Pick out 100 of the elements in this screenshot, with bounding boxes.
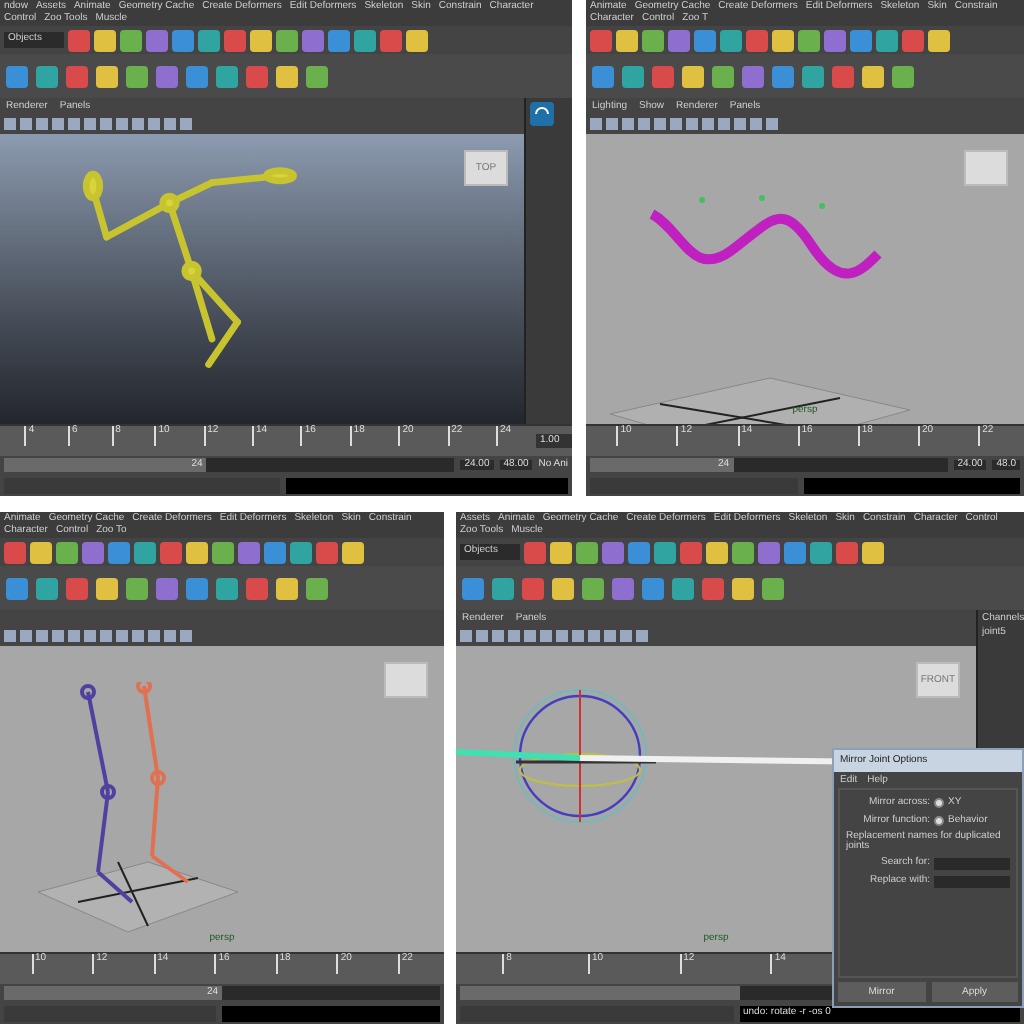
shelf-tool-icon[interactable]	[264, 541, 286, 563]
shelf-tool-icon[interactable]	[186, 65, 208, 87]
shelf-tool-icon[interactable]	[746, 29, 768, 51]
shelf-tool-icon[interactable]	[612, 577, 634, 599]
shelf-tool-icon[interactable]	[406, 29, 428, 51]
shelf-tool-icon[interactable]	[642, 577, 664, 599]
shelf-tool-icon[interactable]	[276, 29, 298, 51]
shelf-tool-icon[interactable]	[798, 29, 820, 51]
shelf-tool-icon[interactable]	[6, 577, 28, 599]
shelf-tool-icon[interactable]	[156, 577, 178, 599]
shelf-tool-icon[interactable]	[784, 541, 806, 563]
shelf-tool-icon[interactable]	[342, 541, 364, 563]
input-field[interactable]	[934, 857, 1010, 869]
shelf-tool-icon[interactable]	[582, 577, 604, 599]
shelf-tool-icon[interactable]	[172, 29, 194, 51]
shelf-tool-icon[interactable]	[772, 29, 794, 51]
radio-button[interactable]	[934, 816, 944, 826]
shelf-tool-icon[interactable]	[892, 65, 914, 87]
shelf-tool-icon[interactable]	[642, 29, 664, 51]
shelf-tool-icon[interactable]	[276, 577, 298, 599]
shelf-tool-icon[interactable]	[622, 65, 644, 87]
shelf-tool-icon[interactable]	[576, 541, 598, 563]
shelf-tool-icon[interactable]	[306, 65, 328, 87]
shelf-tool-icon[interactable]	[316, 541, 338, 563]
shelf-tool-icon[interactable]	[156, 65, 178, 87]
shelf-tool-icon[interactable]	[492, 577, 514, 599]
shelf-tool-icon[interactable]	[186, 577, 208, 599]
shelf-tool-icon[interactable]	[762, 577, 784, 599]
shelf-tool-icon[interactable]	[706, 541, 728, 563]
shelf-tool-icon[interactable]	[802, 65, 824, 87]
shelf-tool-icon[interactable]	[616, 29, 638, 51]
shelf-tool-icon[interactable]	[862, 65, 884, 87]
shelf-tool-icon[interactable]	[810, 541, 832, 563]
shelf-tool-icon[interactable]	[876, 29, 898, 51]
shelf-tool-icon[interactable]	[250, 29, 272, 51]
shelf-tool-icon[interactable]	[216, 65, 238, 87]
shelf-tool-icon[interactable]	[668, 29, 690, 51]
shelf-tool-icon[interactable]	[712, 65, 734, 87]
shelf-tool-icon[interactable]	[772, 65, 794, 87]
shelf-tool-icon[interactable]	[96, 577, 118, 599]
shelf-tool-icon[interactable]	[276, 65, 298, 87]
shelf-tool-icon[interactable]	[824, 29, 846, 51]
shelf-tool-icon[interactable]	[134, 541, 156, 563]
shelf-tool-icon[interactable]	[328, 29, 350, 51]
shelf-tool-icon[interactable]	[628, 541, 650, 563]
shelf-tool-icon[interactable]	[6, 65, 28, 87]
shelf-tool-icon[interactable]	[198, 29, 220, 51]
shelf-tool-icon[interactable]	[224, 29, 246, 51]
shelf-tool-icon[interactable]	[216, 577, 238, 599]
shelf-tool-icon[interactable]	[602, 541, 624, 563]
shelf-tool-icon[interactable]	[4, 541, 26, 563]
shelf-tool-icon[interactable]	[758, 541, 780, 563]
shelf-tool-icon[interactable]	[302, 29, 324, 51]
shelf-tool-icon[interactable]	[94, 29, 116, 51]
shelf-tool-icon[interactable]	[108, 541, 130, 563]
command-line-field[interactable]	[590, 477, 798, 493]
view-cube[interactable]	[964, 150, 1008, 186]
shelf-tool-icon[interactable]	[672, 577, 694, 599]
shelf-tool-icon[interactable]	[720, 29, 742, 51]
shelf-tool-icon[interactable]	[590, 29, 612, 51]
shelf-tool-icon[interactable]	[550, 541, 572, 563]
shelf-tool-icon[interactable]	[238, 541, 260, 563]
shelf-tool-icon[interactable]	[354, 29, 376, 51]
shelf-tool-icon[interactable]	[146, 29, 168, 51]
shelf-tool-icon[interactable]	[592, 65, 614, 87]
shelf-tool-icon[interactable]	[552, 577, 574, 599]
shelf-tool-icon[interactable]	[56, 541, 78, 563]
shelf-tool-icon[interactable]	[212, 541, 234, 563]
shelf-tool-icon[interactable]	[160, 541, 182, 563]
shelf-tool-icon[interactable]	[380, 29, 402, 51]
shelf-tool-icon[interactable]	[186, 541, 208, 563]
view-cube[interactable]	[384, 662, 428, 698]
shelf-tool-icon[interactable]	[82, 541, 104, 563]
shelf-tool-icon[interactable]	[30, 541, 52, 563]
shelf-tool-icon[interactable]	[96, 65, 118, 87]
shelf-tool-icon[interactable]	[694, 29, 716, 51]
command-line-field[interactable]	[4, 477, 279, 493]
shelf-tool-icon[interactable]	[850, 29, 872, 51]
shelf-tool-icon[interactable]	[36, 65, 58, 87]
shelf-tool-icon[interactable]	[862, 541, 884, 563]
shelf-tool-icon[interactable]	[462, 577, 484, 599]
shelf-tool-icon[interactable]	[836, 541, 858, 563]
shelf-tool-icon[interactable]	[682, 65, 704, 87]
shelf-tool-icon[interactable]	[120, 29, 142, 51]
shelf-tool-icon[interactable]	[742, 65, 764, 87]
shelf-tool-icon[interactable]	[902, 29, 924, 51]
input-field[interactable]	[934, 875, 1010, 887]
shelf-tool-icon[interactable]	[306, 577, 328, 599]
shelf-tool-icon[interactable]	[126, 65, 148, 87]
shelf-tool-icon[interactable]	[36, 577, 58, 599]
shelf-tool-icon[interactable]	[126, 577, 148, 599]
shelf-tool-icon[interactable]	[928, 29, 950, 51]
shelf-tool-icon[interactable]	[654, 541, 676, 563]
shelf-tool-icon[interactable]	[290, 541, 312, 563]
shelf-tool-icon[interactable]	[732, 577, 754, 599]
shelf-tool-icon[interactable]	[68, 29, 90, 51]
shelf-tool-icon[interactable]	[732, 541, 754, 563]
shelf-tool-icon[interactable]	[524, 541, 546, 563]
radio-button[interactable]	[934, 798, 944, 808]
range-slider[interactable]	[460, 986, 740, 1000]
